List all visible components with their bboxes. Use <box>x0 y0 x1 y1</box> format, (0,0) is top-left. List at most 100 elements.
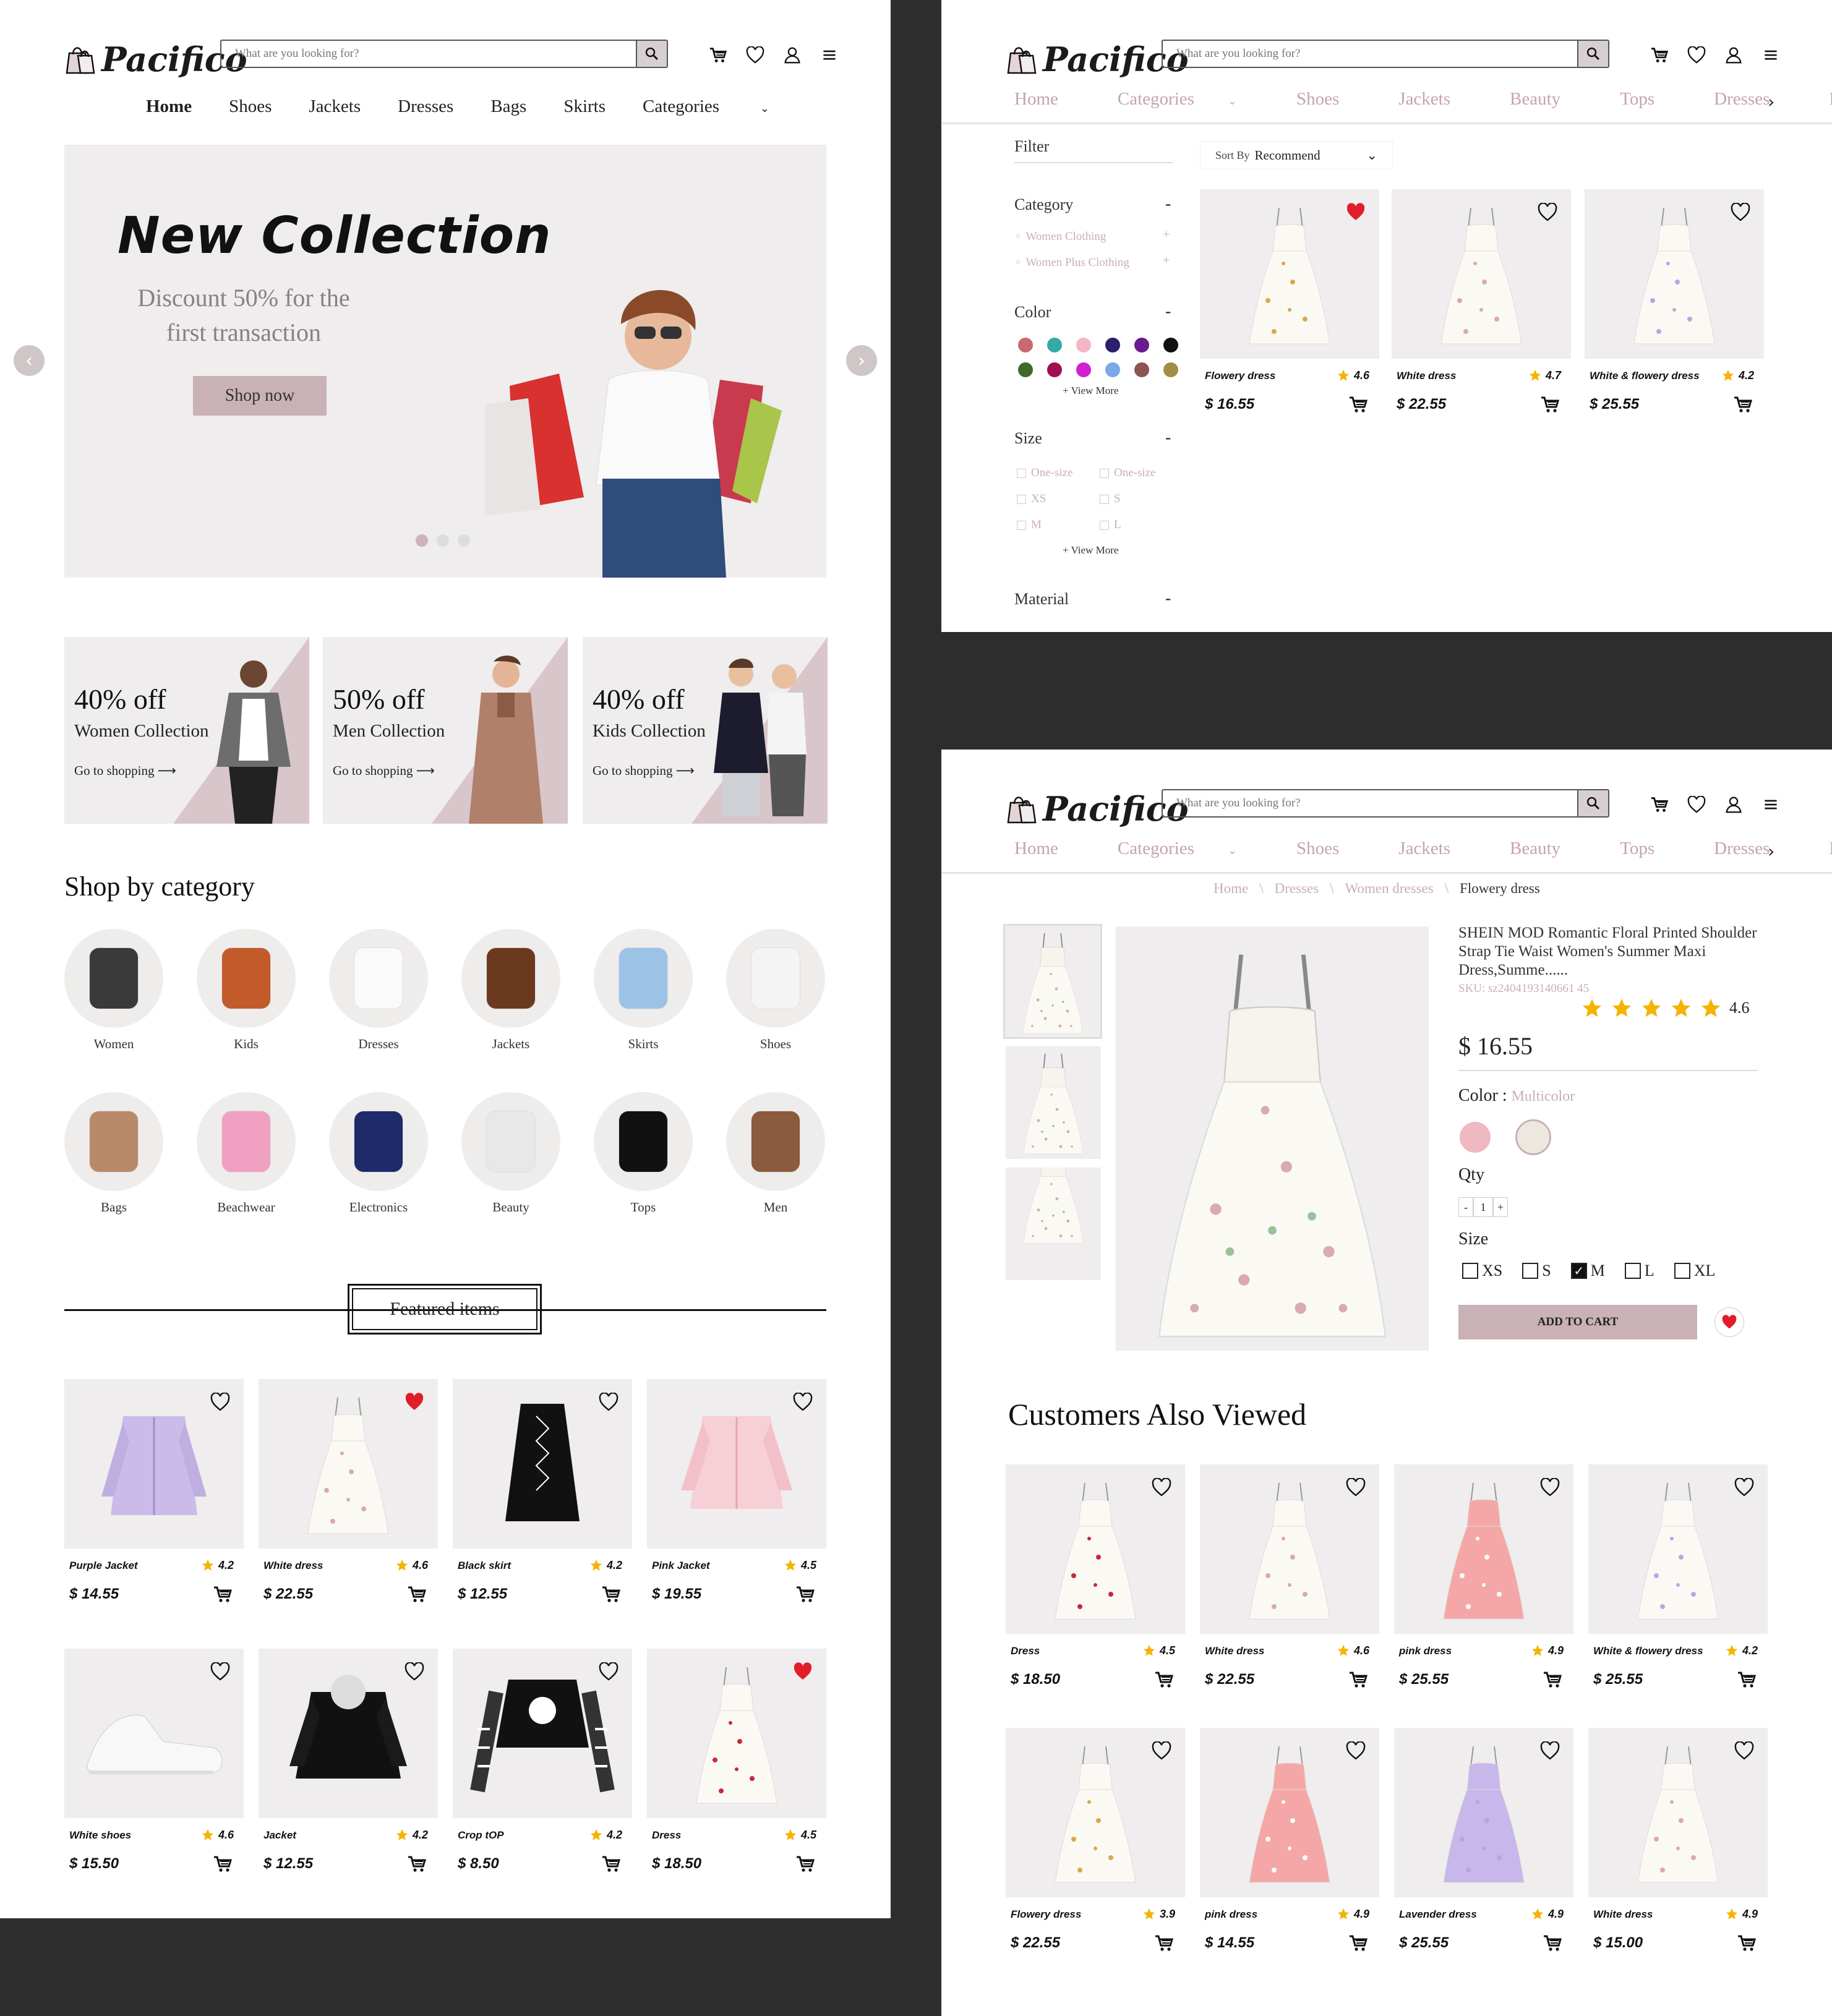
size-option[interactable]: ✓ M <box>1570 1262 1605 1280</box>
color-swatch[interactable] <box>1163 338 1178 352</box>
color-swatch[interactable] <box>1134 338 1149 352</box>
product-card[interactable]: Black skirt 4.2 $ 12.55 <box>453 1379 632 1626</box>
favorite-button[interactable] <box>404 1662 424 1681</box>
color-swatch[interactable] <box>1047 338 1062 352</box>
nav-categories[interactable]: Categories ⌄ <box>643 96 807 117</box>
product-name[interactable]: White & flowery dress <box>1593 1645 1703 1657</box>
color-swatch[interactable] <box>1105 362 1120 377</box>
category-item[interactable]: Women <box>64 929 163 1052</box>
favorite-button[interactable] <box>1538 203 1557 221</box>
size-option[interactable]: S <box>1100 492 1121 506</box>
promo-link[interactable]: Go to shopping ⟶ <box>74 763 176 779</box>
menu-icon[interactable] <box>1761 795 1780 814</box>
view-more-sizes-link[interactable]: + View More <box>1063 544 1118 557</box>
thumbnail-3[interactable] <box>1006 1168 1101 1280</box>
favorite-button[interactable] <box>1731 203 1750 221</box>
product-card[interactable]: White dress 4.6 $ 22.55 <box>1200 1464 1379 1712</box>
favorite-button[interactable] <box>1346 1478 1366 1497</box>
nav-item[interactable]: Beauty <box>1510 89 1590 109</box>
carousel-dot[interactable] <box>416 534 428 547</box>
cart-icon[interactable] <box>709 46 727 64</box>
favorite-button[interactable] <box>1346 1741 1366 1760</box>
add-to-cart-button[interactable] <box>795 1584 815 1604</box>
category-item[interactable]: Bags <box>64 1092 163 1215</box>
size-option[interactable]: XL <box>1674 1262 1715 1280</box>
product-name[interactable]: Purple Jacket <box>69 1560 138 1572</box>
nav-item[interactable]: Dresses <box>1714 89 1799 109</box>
product-name[interactable]: White shoes <box>69 1829 131 1842</box>
nav-item[interactable]: Jackets <box>1398 839 1480 859</box>
product-card[interactable]: White dress 4.6 $ 22.55 <box>259 1379 438 1626</box>
qty-minus-button[interactable]: - <box>1458 1197 1473 1217</box>
size-option[interactable]: XS <box>1462 1262 1502 1280</box>
favorite-button[interactable] <box>1152 1478 1171 1497</box>
user-icon[interactable] <box>1724 46 1743 64</box>
size-option[interactable]: L <box>1100 518 1121 532</box>
color-swatch[interactable] <box>1076 362 1091 377</box>
add-to-cart-button[interactable] <box>1737 1670 1757 1689</box>
search-input[interactable] <box>1163 41 1577 67</box>
favorite-button[interactable] <box>1346 203 1366 221</box>
thumbnail-2[interactable] <box>1006 1046 1101 1159</box>
product-card[interactable]: Crop tOP 4.2 $ 8.50 <box>453 1649 632 1896</box>
category-item[interactable]: Dresses <box>329 929 428 1052</box>
size-option[interactable]: One-size <box>1100 466 1156 480</box>
nav-item[interactable]: Beauty <box>1510 839 1590 859</box>
add-to-cart-button[interactable] <box>407 1854 427 1874</box>
add-to-cart-button[interactable] <box>795 1854 815 1874</box>
view-more-colors-link[interactable]: + View More <box>1063 385 1118 397</box>
product-card[interactable]: Purple Jacket 4.2 $ 14.55 <box>64 1379 244 1626</box>
search-input[interactable] <box>221 41 636 67</box>
product-card[interactable]: Pink Jacket 4.5 $ 19.55 <box>647 1379 826 1626</box>
product-name[interactable]: pink dress <box>1399 1645 1452 1657</box>
size-option[interactable]: One-size <box>1017 466 1073 480</box>
nav-item[interactable]: Categories ⌄ <box>1118 89 1267 109</box>
favorite-button[interactable] <box>404 1393 424 1411</box>
expand-icon[interactable]: + <box>1163 254 1170 268</box>
nav-item[interactable]: Categories ⌄ <box>1118 839 1267 859</box>
product-name[interactable]: Black skirt <box>458 1560 511 1572</box>
nav-dresses[interactable]: Dresses <box>398 96 453 117</box>
nav-skirts[interactable]: Skirts <box>563 96 606 117</box>
add-to-cart-button[interactable] <box>407 1584 427 1604</box>
nav-item[interactable]: Home <box>1014 839 1088 859</box>
nav-jackets[interactable]: Jackets <box>309 96 361 117</box>
add-to-cart-button[interactable] <box>601 1854 621 1874</box>
product-card[interactable]: White dress 4.9 $ 15.00 <box>1588 1728 1768 1975</box>
favorite-button[interactable] <box>599 1662 619 1681</box>
qty-input[interactable]: 1 <box>1473 1197 1493 1217</box>
cart-icon[interactable] <box>1650 795 1669 814</box>
add-to-cart-button[interactable] <box>601 1584 621 1604</box>
product-card[interactable]: pink dress 4.9 $ 14.55 <box>1200 1728 1379 1975</box>
nav-home[interactable]: Home <box>146 96 192 117</box>
product-card[interactable]: Flowery dress 3.9 $ 22.55 <box>1006 1728 1185 1975</box>
category-item[interactable]: Skirts <box>594 929 693 1052</box>
product-name[interactable]: Dress <box>1011 1645 1040 1657</box>
promo-men[interactable]: 50% off Men Collection Go to shopping ⟶ <box>323 637 568 824</box>
collapse-icon[interactable]: - <box>1165 589 1171 609</box>
nav-item[interactable]: Tops <box>1620 839 1684 859</box>
product-name[interactable]: Pink Jacket <box>652 1560 710 1572</box>
nav-item[interactable]: Tops <box>1620 89 1684 109</box>
add-to-cart-button[interactable] <box>1348 1670 1368 1689</box>
cart-icon[interactable] <box>1650 46 1669 64</box>
category-option[interactable]: ○ Women Clothing <box>1016 230 1106 244</box>
category-item[interactable]: Shoes <box>726 929 825 1052</box>
nav-item[interactable]: Shoes <box>1296 839 1369 859</box>
wishlist-heart-icon[interactable] <box>1687 795 1706 814</box>
color-swatch[interactable] <box>1018 338 1033 352</box>
expand-icon[interactable]: + <box>1163 228 1170 242</box>
favorite-button[interactable] <box>1540 1478 1560 1497</box>
menu-icon[interactable] <box>1761 46 1780 64</box>
add-to-cart-button[interactable] <box>1540 395 1560 414</box>
promo-link[interactable]: Go to shopping ⟶ <box>593 763 695 779</box>
menu-icon[interactable] <box>820 46 839 64</box>
size-option[interactable]: S <box>1522 1262 1551 1280</box>
breadcrumb-home[interactable]: Home <box>1213 881 1248 897</box>
add-to-cart-button[interactable] <box>213 1584 233 1604</box>
carousel-dot[interactable] <box>458 534 470 547</box>
promo-link[interactable]: Go to shopping ⟶ <box>333 763 435 779</box>
category-item[interactable]: Kids <box>197 929 296 1052</box>
nav-bags[interactable]: Bags <box>490 96 526 117</box>
sort-select[interactable]: Sort By Recommend ⌄ <box>1200 141 1393 169</box>
